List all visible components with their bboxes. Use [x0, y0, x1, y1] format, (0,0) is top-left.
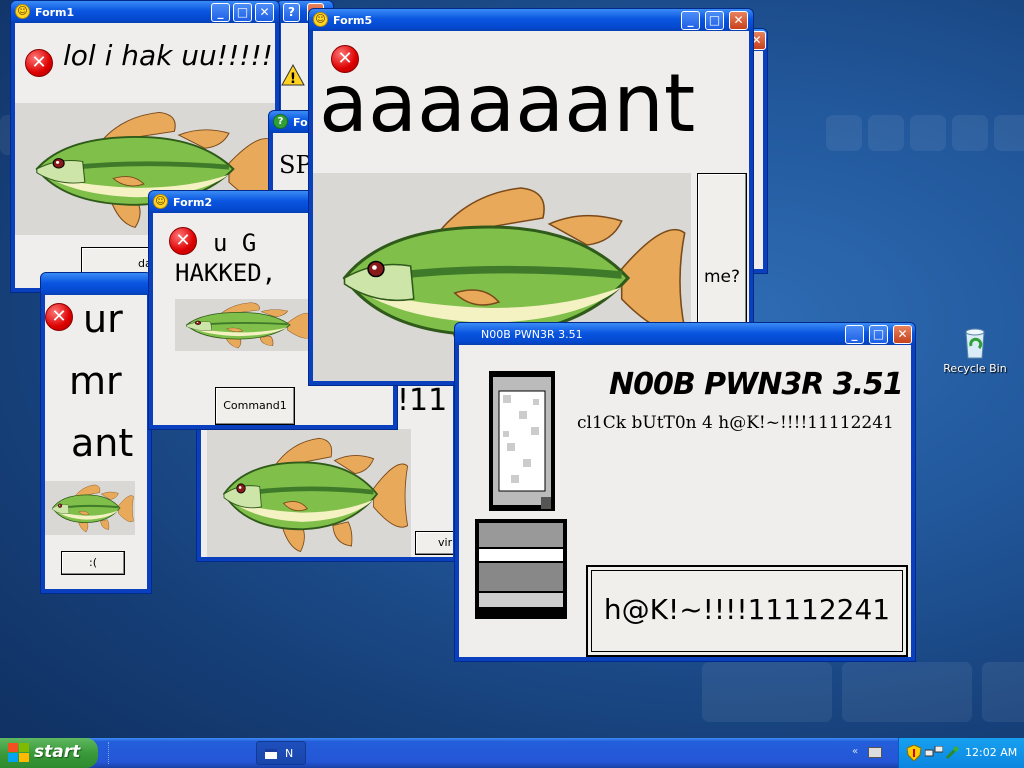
hack-button[interactable]: h@K!~!!!!11112241 [586, 565, 908, 657]
fish-image [207, 429, 411, 557]
fish-image [175, 299, 313, 351]
error-icon: ✕ [169, 227, 197, 255]
maximize-button[interactable]: □ [705, 11, 724, 30]
text-line-3: ant [71, 421, 134, 465]
desktop-tile [952, 115, 988, 151]
window-title: N00B PWN3R 3.51 [481, 328, 583, 341]
smiley-icon: ☺ [15, 4, 30, 19]
trailing-text: !11 [397, 383, 448, 418]
svg-text:!: ! [290, 71, 296, 87]
title-bar[interactable] [41, 273, 151, 295]
text-line-2: HAKKED, [175, 259, 277, 287]
desktop-tile [868, 115, 904, 151]
network-icon[interactable] [925, 746, 943, 760]
window-title: Fo [293, 116, 308, 129]
fish-image [45, 481, 135, 535]
noob-pwn3r-window[interactable]: N00B PWN3R 3.51 _ □ ✕ N00B PWN3R 3.51 cl… [454, 322, 916, 662]
title-bar[interactable]: ☺ Form1 _ □ ✕ [11, 1, 279, 23]
warning-icon: ! [281, 63, 305, 87]
desktop-tile [702, 662, 832, 722]
error-icon: ✕ [45, 303, 73, 331]
computer-icon [475, 371, 567, 619]
minimize-button[interactable]: _ [211, 3, 230, 22]
desktop-tile [842, 662, 972, 722]
desktop-tile [982, 662, 1024, 722]
close-button[interactable]: ✕ [729, 11, 748, 30]
maximize-button[interactable]: □ [233, 3, 252, 22]
smiley-icon: ☺ [313, 12, 328, 27]
task-window-icon [265, 749, 277, 759]
clock: 12:02 AM [965, 746, 1018, 759]
close-button[interactable]: ✕ [255, 3, 274, 22]
recycle-bin-label: Recycle Bin [943, 362, 1007, 375]
title-bar[interactable]: ☺ Form5 _ □ ✕ [309, 9, 753, 31]
window-title: Form5 [333, 14, 373, 27]
desktop-tile [826, 115, 862, 151]
window-client: ✕ ur mr ant :( [45, 295, 147, 589]
desktop-tile [994, 115, 1024, 151]
text-line-1: SP [279, 151, 312, 179]
message-text: lol i hak uu!!!!!! [63, 39, 275, 72]
taskbar: start N « 12:02 AM [0, 738, 1024, 768]
safely-remove-icon[interactable] [945, 746, 959, 760]
text-line-2: mr [69, 359, 122, 403]
text-line-1: ur [83, 297, 123, 341]
security-shield-icon[interactable] [907, 745, 921, 761]
smiley-icon: ☺ [153, 194, 168, 209]
system-tray: 12:02 AM [898, 738, 1024, 768]
taskbar-task-button[interactable]: N [256, 741, 306, 765]
sad-button[interactable]: :( [61, 551, 125, 575]
question-icon: ? [273, 114, 288, 129]
minimize-button[interactable]: _ [681, 11, 700, 30]
quick-launch-divider [108, 742, 110, 764]
window-client: N00B PWN3R 3.51 cl1Ck bUtT0n 4 h@K!~!!!!… [459, 345, 911, 657]
recycle-bin-icon [965, 328, 985, 359]
minimize-button[interactable]: _ [845, 325, 864, 344]
start-label: start [34, 742, 81, 762]
virus-button[interactable]: viru [415, 531, 453, 555]
windows-logo-icon [8, 743, 29, 762]
maximize-button[interactable]: □ [869, 325, 888, 344]
chevron-left-icon[interactable]: « [852, 746, 858, 757]
desktop-tile [910, 115, 946, 151]
command1-button[interactable]: Command1 [215, 387, 295, 425]
message-text: aaaaaant [319, 57, 696, 150]
task-label: N [285, 747, 294, 760]
keyboard-icon[interactable] [868, 747, 882, 758]
text-line-1: u G [213, 229, 257, 257]
app-subtitle: cl1Ck bUtT0n 4 h@K!~!!!!11112241 [577, 413, 894, 433]
title-bar[interactable]: N00B PWN3R 3.51 _ □ ✕ [455, 323, 915, 345]
error-icon: ✕ [25, 49, 53, 77]
start-button[interactable]: start [0, 738, 98, 768]
window-title: Form2 [173, 196, 213, 209]
window-title: Form1 [35, 6, 75, 19]
form-ur-window[interactable]: ✕ ur mr ant :( [40, 272, 152, 594]
close-button[interactable]: ✕ [893, 325, 912, 344]
help-button[interactable]: ? [283, 3, 300, 22]
recycle-bin-desktop-icon[interactable]: Recycle Bin [940, 322, 1010, 382]
app-heading: N00B PWN3R 3.51 [609, 367, 904, 402]
